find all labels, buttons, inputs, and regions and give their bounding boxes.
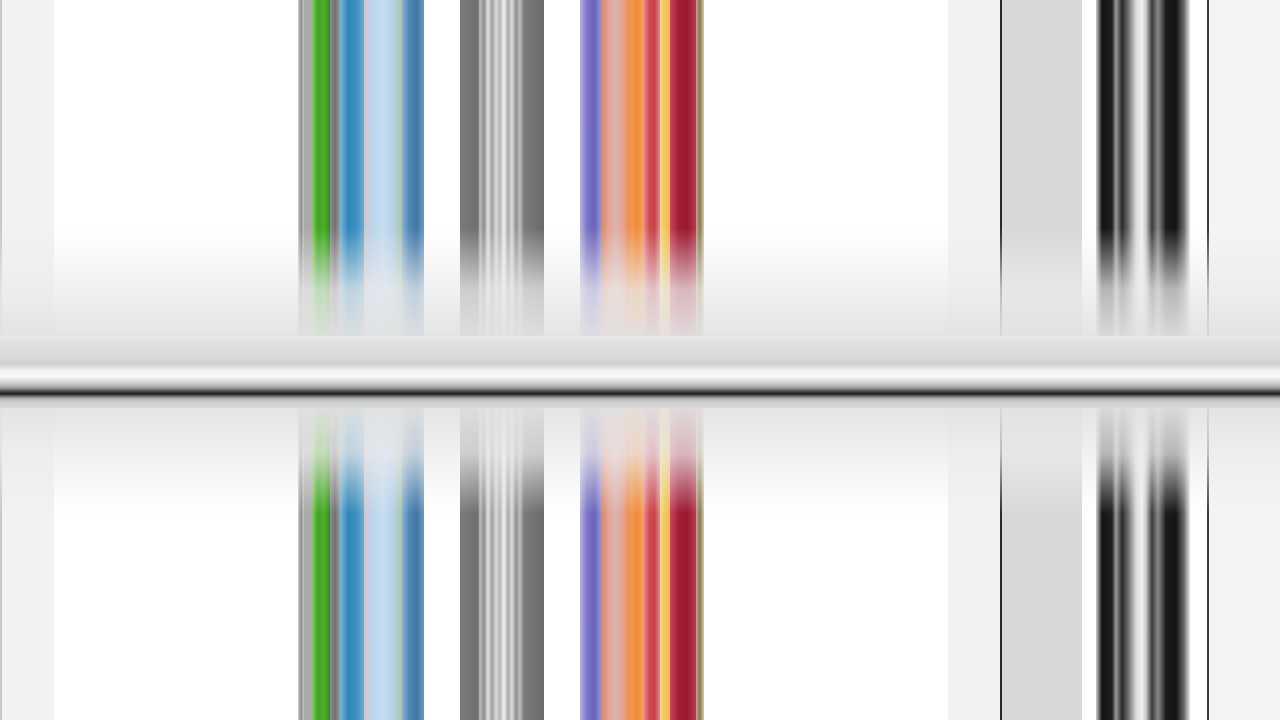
stripe-canvas xyxy=(0,0,1280,720)
center-horizontal-bar xyxy=(0,336,1280,408)
